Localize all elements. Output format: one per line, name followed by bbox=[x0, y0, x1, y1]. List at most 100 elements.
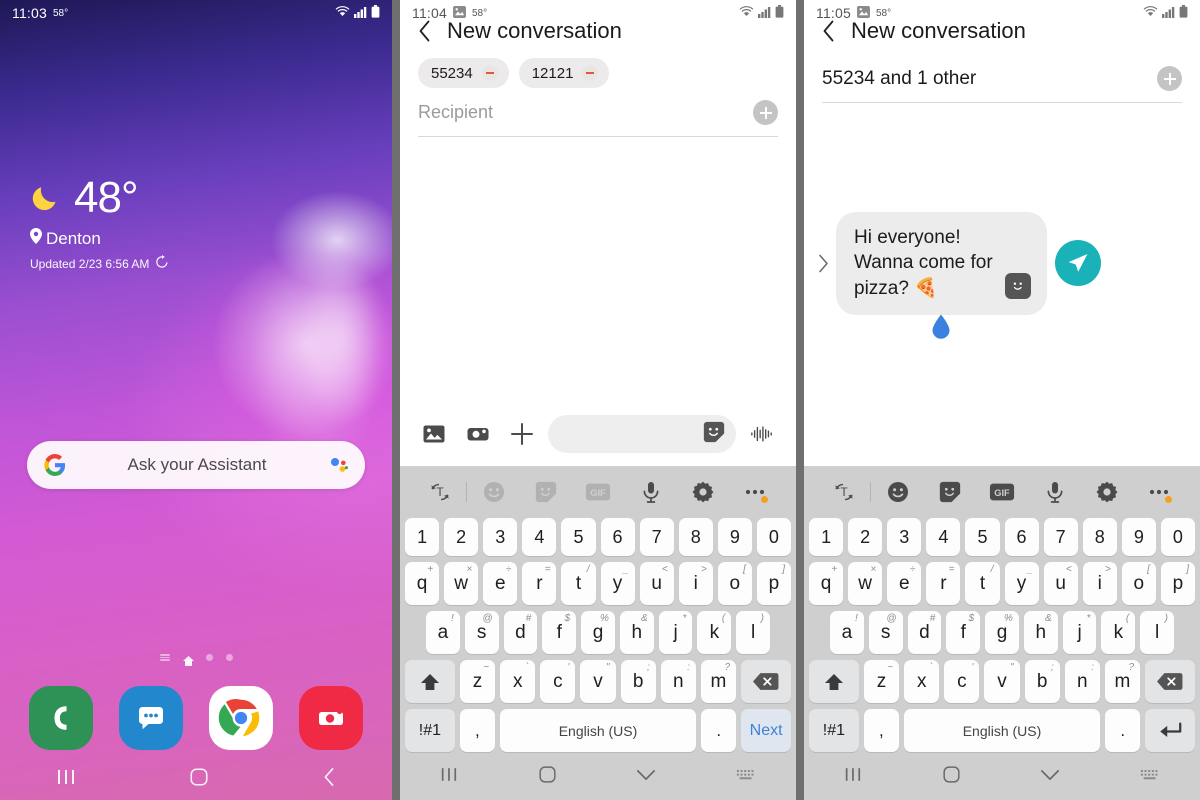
key-i[interactable]: > i bbox=[1082, 562, 1117, 605]
key-r[interactable]: = r bbox=[926, 562, 961, 605]
recipient-input[interactable]: Recipient bbox=[418, 102, 753, 123]
message-input[interactable] bbox=[548, 415, 736, 453]
recents-icon[interactable] bbox=[844, 766, 862, 788]
shift-up-arrow-icon[interactable] bbox=[405, 660, 455, 703]
refresh-icon[interactable] bbox=[155, 255, 169, 272]
key-f[interactable]: $ f bbox=[542, 611, 577, 654]
key-x[interactable]: ` x bbox=[904, 660, 940, 703]
key-k[interactable]: (k bbox=[697, 611, 732, 654]
key-m[interactable]: ? m bbox=[1104, 660, 1141, 703]
period-key[interactable]: . bbox=[1105, 709, 1141, 752]
page-indicator-dot[interactable] bbox=[225, 654, 233, 661]
home-icon[interactable] bbox=[942, 765, 961, 789]
key-2[interactable]: 2 bbox=[848, 518, 883, 556]
key-z[interactable]: ~ z bbox=[863, 660, 900, 703]
chevron-down-icon[interactable] bbox=[1040, 768, 1060, 786]
shift-up-arrow-icon[interactable] bbox=[809, 660, 859, 703]
enter-key[interactable] bbox=[1145, 709, 1196, 752]
comma-key[interactable]: , bbox=[459, 709, 495, 752]
next-key[interactable]: Next bbox=[741, 709, 792, 752]
key-q[interactable]: + q bbox=[405, 562, 440, 605]
key-o[interactable]: [o bbox=[717, 562, 752, 605]
key-g[interactable]: % g bbox=[581, 611, 615, 654]
space-key[interactable]: English (US) bbox=[903, 709, 1101, 752]
recents-icon[interactable] bbox=[440, 766, 458, 788]
recipient-summary[interactable]: 55234 and 1 other bbox=[822, 68, 1157, 90]
key-4[interactable]: 4 bbox=[926, 518, 961, 556]
key-u[interactable]: < u bbox=[1043, 562, 1078, 605]
key-6[interactable]: 6 bbox=[1004, 518, 1039, 556]
key-w[interactable]: × w bbox=[848, 562, 883, 605]
key-q[interactable]: + q bbox=[809, 562, 844, 605]
key-e[interactable]: ÷ e bbox=[483, 562, 518, 605]
settings-icon[interactable] bbox=[1081, 480, 1133, 504]
key-x[interactable]: ` x bbox=[500, 660, 536, 703]
key-h[interactable]: & h bbox=[619, 611, 654, 654]
key-o[interactable]: [o bbox=[1121, 562, 1156, 605]
key-h[interactable]: & h bbox=[1023, 611, 1058, 654]
sticker-icon[interactable] bbox=[1004, 272, 1031, 299]
translate-icon[interactable]: T bbox=[414, 479, 466, 505]
key-t[interactable]: / t bbox=[561, 562, 596, 605]
comma-key[interactable]: , bbox=[863, 709, 899, 752]
dock-app-chrome[interactable] bbox=[209, 686, 273, 750]
key-d[interactable]: # d bbox=[907, 611, 942, 654]
key-a[interactable]: ! a bbox=[425, 611, 460, 654]
key-s[interactable]: @ s bbox=[464, 611, 499, 654]
key-3[interactable]: 3 bbox=[887, 518, 922, 556]
more-icon[interactable] bbox=[1134, 488, 1186, 503]
assistant-search-bar[interactable]: Ask your Assistant bbox=[27, 441, 365, 489]
minus-icon[interactable] bbox=[481, 65, 498, 81]
key-9[interactable]: 9 bbox=[1121, 518, 1156, 556]
send-button[interactable] bbox=[1054, 240, 1101, 287]
key-f[interactable]: $ f bbox=[946, 611, 981, 654]
assistant-mic-icon[interactable] bbox=[328, 455, 348, 475]
emoji-icon[interactable] bbox=[871, 480, 923, 504]
key-i[interactable]: > i bbox=[678, 562, 713, 605]
symbols-key[interactable]: !#1 bbox=[405, 709, 455, 752]
key-0[interactable]: 0 bbox=[756, 518, 791, 556]
page-indicator-home-icon[interactable] bbox=[182, 653, 194, 666]
gif-icon[interactable]: GIF bbox=[976, 482, 1028, 502]
keyboard-icon[interactable] bbox=[1140, 768, 1160, 787]
key-c[interactable]: ' c bbox=[944, 660, 980, 703]
more-icon[interactable] bbox=[730, 488, 782, 503]
key-8[interactable]: 8 bbox=[678, 518, 713, 556]
home-icon[interactable] bbox=[189, 767, 209, 792]
backspace-icon[interactable] bbox=[1145, 660, 1195, 703]
microphone-icon[interactable] bbox=[1029, 480, 1081, 504]
key-p[interactable]: ] p bbox=[756, 562, 791, 605]
recipient-chip[interactable]: 12121 bbox=[518, 58, 610, 88]
page-indicator-dot[interactable] bbox=[205, 654, 213, 661]
dock-app-phone[interactable] bbox=[29, 686, 93, 750]
key-5[interactable]: 5 bbox=[965, 518, 1000, 556]
key-c[interactable]: ' c bbox=[540, 660, 576, 703]
key-b[interactable]: ; b bbox=[620, 660, 656, 703]
key-n[interactable]: :n bbox=[660, 660, 696, 703]
key-y[interactable]: _ y bbox=[1004, 562, 1039, 605]
dock-app-camera[interactable] bbox=[299, 686, 363, 750]
key-j[interactable]: * j bbox=[658, 611, 693, 654]
key-7[interactable]: 7 bbox=[639, 518, 674, 556]
translate-icon[interactable]: T bbox=[818, 479, 870, 505]
key-3[interactable]: 3 bbox=[483, 518, 518, 556]
gallery-icon[interactable] bbox=[412, 414, 456, 454]
home-icon[interactable] bbox=[538, 765, 557, 789]
key-6[interactable]: 6 bbox=[600, 518, 635, 556]
space-key[interactable]: English (US) bbox=[499, 709, 697, 752]
weather-widget[interactable]: 48° Denton Updated 2/23 6:56 AM bbox=[30, 176, 169, 272]
sticker-icon[interactable] bbox=[702, 420, 726, 449]
sticker-icon[interactable] bbox=[924, 480, 976, 504]
recents-icon[interactable] bbox=[56, 768, 76, 791]
key-y[interactable]: _ y bbox=[600, 562, 635, 605]
key-b[interactable]: ; b bbox=[1024, 660, 1060, 703]
dock-app-messages[interactable] bbox=[119, 686, 183, 750]
gif-icon[interactable]: GIF bbox=[572, 482, 624, 502]
key-t[interactable]: / t bbox=[965, 562, 1000, 605]
recipient-chip[interactable]: 55234 bbox=[418, 58, 509, 88]
key-e[interactable]: ÷ e bbox=[887, 562, 922, 605]
key-1[interactable]: 1 bbox=[405, 518, 440, 556]
key-7[interactable]: 7 bbox=[1043, 518, 1078, 556]
key-s[interactable]: @ s bbox=[868, 611, 903, 654]
key-r[interactable]: = r bbox=[522, 562, 557, 605]
